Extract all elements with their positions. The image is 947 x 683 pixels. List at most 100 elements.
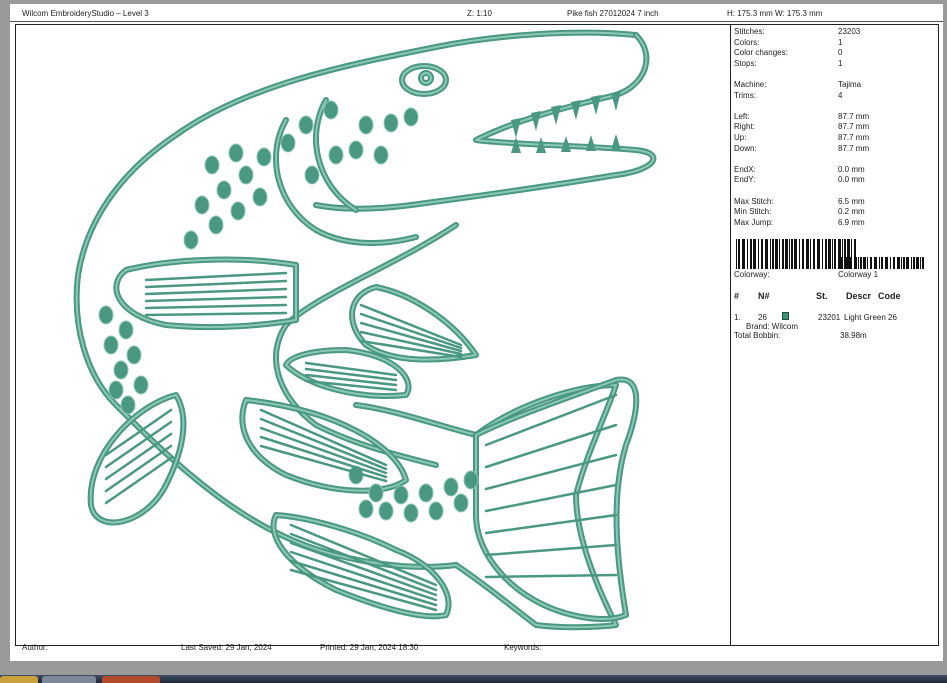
- design-info-panel: Stitches: 23203 Colors: 1 Color changes: 0 …: [734, 25, 938, 645]
- author-label: Author:: [22, 643, 48, 652]
- tooth: [511, 118, 521, 138]
- design-name: Pike fish 27012024 7 inch: [567, 9, 659, 18]
- header-divider: [10, 21, 943, 22]
- min-stitch-label: Min Stitch:: [734, 207, 772, 216]
- row-number: 26: [758, 313, 767, 322]
- tooth: [611, 134, 621, 150]
- min-stitch-value: 0.2 mm: [838, 207, 865, 216]
- fish-spot: [393, 485, 409, 505]
- last-saved: Last Saved: 29 Jan, 2024: [181, 643, 272, 652]
- fish-spot: [238, 165, 254, 185]
- colorway-value: Colorway 1: [838, 270, 879, 279]
- barcode-bar: [789, 239, 790, 269]
- tooth: [531, 111, 541, 131]
- fin-ray: [144, 271, 288, 282]
- row-description: Light Green 26: [844, 313, 897, 322]
- up-value: 87.7 mm: [838, 133, 870, 142]
- fin-ray: [144, 287, 288, 296]
- fish-spot: [208, 215, 224, 235]
- barcode-bar: [782, 239, 784, 269]
- fish-spot: [183, 230, 199, 250]
- col-code: Code: [878, 291, 901, 301]
- fin-ray: [289, 532, 438, 592]
- fish-spot: [328, 145, 344, 165]
- keywords-label: Keywords:: [504, 643, 542, 652]
- row-stitches: 23201: [818, 313, 841, 322]
- taskbar-app-button-active[interactable]: [102, 676, 160, 683]
- fin-ray: [304, 361, 398, 377]
- barcode-bar: [848, 257, 849, 269]
- trims-value: 4: [838, 91, 843, 100]
- barcode-bar: [890, 257, 891, 269]
- fish-spot: [403, 503, 419, 523]
- barcode-bar: [920, 257, 921, 269]
- barcode-bar: [893, 257, 895, 269]
- fish-spot: [113, 360, 129, 380]
- barcode-bar: [834, 239, 836, 269]
- stops-label: Stops:: [734, 59, 757, 68]
- fin-ray: [104, 444, 173, 493]
- row-index: 1.: [734, 313, 741, 322]
- fish-spot: [323, 100, 339, 120]
- up-label: Up:: [734, 133, 747, 142]
- fish-spot: [280, 133, 296, 153]
- col-number: N#: [758, 291, 770, 301]
- col-index: #: [734, 291, 740, 301]
- fish-spot: [120, 395, 136, 415]
- fish-spot: [378, 501, 394, 521]
- fin-ray: [304, 367, 398, 382]
- endx-value: 0.0 mm: [838, 165, 865, 174]
- fish-spot: [133, 375, 149, 395]
- fish-spot: [403, 107, 419, 127]
- barcode-bar: [850, 257, 852, 269]
- barcode-bar: [922, 257, 924, 269]
- max-stitch-label: Max Stitch:: [734, 197, 774, 206]
- printed-date: Printed: 29 Jan, 2024 18:30: [320, 643, 419, 652]
- start-button[interactable]: [0, 676, 38, 683]
- tooth: [591, 95, 601, 115]
- barcode-bar: [885, 257, 888, 269]
- barcode-bar: [779, 239, 780, 269]
- worksheet-frame: Stitches: 23203 Colors: 1 Color changes: 0 …: [15, 24, 939, 646]
- max-jump-label: Max Jump:: [734, 218, 774, 227]
- fish-spot: [358, 499, 374, 519]
- fish-spot: [373, 145, 389, 165]
- fin-ray: [359, 321, 463, 353]
- barcode-bar: [761, 239, 763, 269]
- barcode-bar: [775, 239, 778, 269]
- barcode-bar: [813, 239, 815, 269]
- tooth: [551, 105, 561, 125]
- endx-label: EndX:: [734, 165, 756, 174]
- barcode-bar: [879, 257, 880, 269]
- barcode-bar: [825, 239, 827, 269]
- fin-ray: [144, 295, 288, 303]
- barcode-bar: [870, 257, 872, 269]
- machine-label: Machine:: [734, 80, 767, 89]
- barcode-bar: [881, 257, 883, 269]
- barcode-bar: [863, 257, 866, 269]
- barcode-bar: [753, 239, 756, 269]
- barcode-bar: [750, 239, 752, 269]
- colorway-barcode: [838, 257, 924, 269]
- barcode-bar: [785, 239, 788, 269]
- barcode-bar: [747, 239, 748, 269]
- barcode-bar: [841, 257, 843, 269]
- barcode-bar: [742, 239, 745, 269]
- barcode-bar: [906, 257, 909, 269]
- fin-ray: [144, 303, 288, 310]
- right-label: Right:: [734, 122, 755, 131]
- fish-spot: [103, 335, 119, 355]
- zoom-level: Z: 1:10: [467, 9, 492, 18]
- machine-value: Tajima: [838, 80, 862, 89]
- fin-ray: [484, 483, 618, 513]
- thread-color-swatch: [782, 312, 789, 320]
- fish-spot: [118, 320, 134, 340]
- total-bobbin-value: 38.98m: [840, 331, 867, 340]
- right-value: 87.7 mm: [838, 122, 870, 131]
- fish-spot: [418, 483, 434, 503]
- stitches-value: 23203: [838, 27, 861, 36]
- fish-spot: [108, 380, 124, 400]
- barcode-bar: [901, 257, 902, 269]
- taskbar-app-button[interactable]: [42, 676, 96, 683]
- fish-spot: [216, 180, 232, 200]
